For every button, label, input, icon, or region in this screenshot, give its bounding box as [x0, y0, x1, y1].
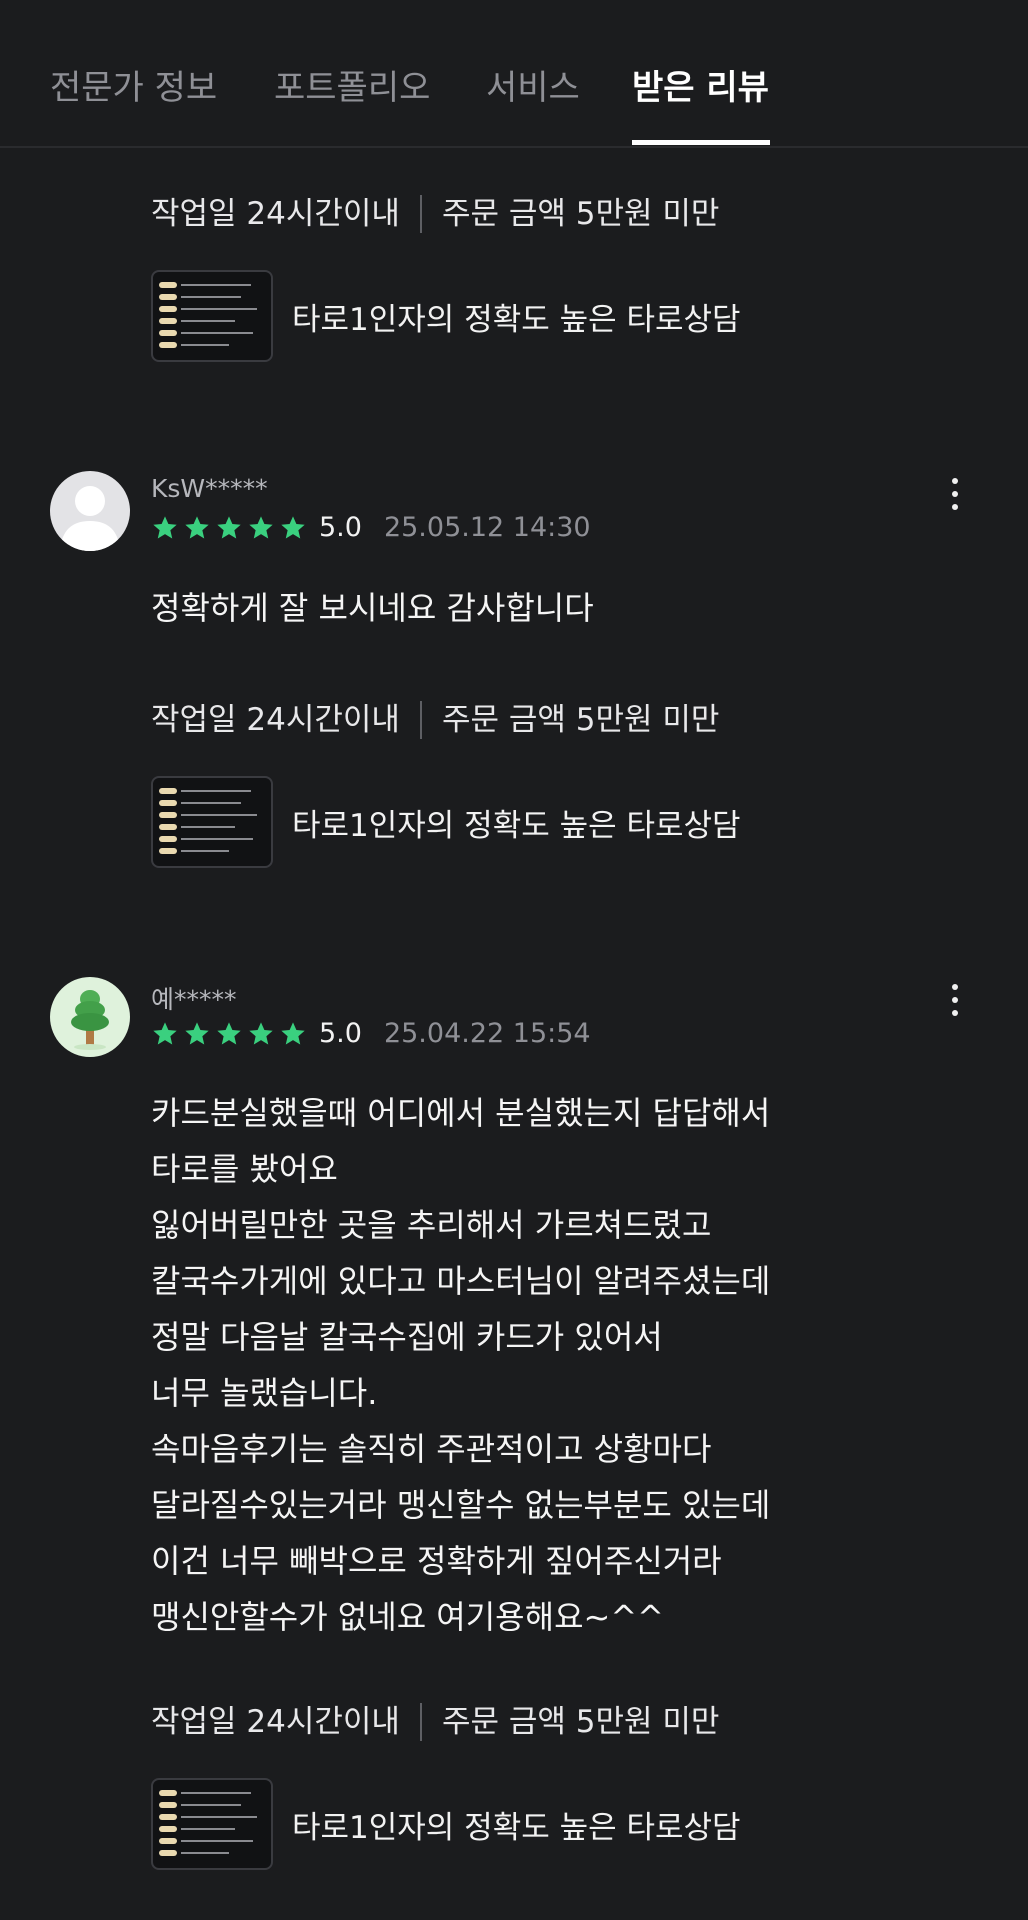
service-link[interactable]: 타로1인자의 정확도 높은 타로상담	[151, 270, 851, 362]
service-link[interactable]: 타로1인자의 정확도 높은 타로상담	[151, 1778, 851, 1870]
review-date: 25.04.22 15:54	[383, 1018, 591, 1049]
star-icon	[153, 515, 177, 538]
order-amount-label: 주문 금액 5만원 미만	[441, 1704, 720, 1740]
meta-divider	[419, 195, 422, 233]
service-title[interactable]: 타로1인자의 정확도 높은 타로상담	[292, 1802, 741, 1847]
review-date: 25.05.12 14:30	[383, 512, 591, 543]
more-options-icon[interactable]	[950, 478, 960, 518]
star-icon	[281, 515, 305, 538]
default-user-icon	[60, 486, 120, 551]
service-title[interactable]: 타로1인자의 정확도 높은 타로상담	[292, 800, 741, 845]
star-rating	[151, 514, 307, 542]
review-meta: 작업일 24시간이내 주문 금액 5만원 미만	[151, 1702, 719, 1742]
tab-reviews[interactable]: 받은 리뷰	[632, 66, 769, 110]
star-icon	[217, 1021, 241, 1044]
more-options-icon[interactable]	[950, 984, 960, 1024]
meta-divider	[419, 701, 422, 739]
star-icon	[281, 1021, 305, 1044]
star-icon	[249, 515, 273, 538]
rating-row: 5.0 25.05.12 14:30	[151, 512, 591, 543]
avatar	[50, 471, 130, 551]
review-text: 카드분실했을때 어디에서 분실했는지 답답해서 타로를 봤어요 잃어버릴만한 곳…	[151, 1094, 771, 1636]
meta-divider	[419, 1703, 422, 1741]
order-amount-label: 주문 금액 5만원 미만	[441, 196, 720, 232]
rating-row: 5.0 25.04.22 15:54	[151, 1018, 591, 1049]
review-meta: 작업일 24시간이내 주문 금액 5만원 미만	[151, 700, 719, 740]
tab-services[interactable]: 서비스	[486, 66, 580, 110]
tab-bar: 전문가 정보 포트폴리오 서비스 받은 리뷰	[0, 0, 1028, 148]
service-thumbnail	[151, 1778, 273, 1870]
reviewer-name: KsW*****	[151, 474, 268, 503]
tree-icon	[71, 990, 109, 1050]
tab-expert-info[interactable]: 전문가 정보	[50, 66, 217, 110]
service-thumbnail	[151, 776, 273, 868]
star-icon	[185, 1021, 209, 1044]
work-days-label: 작업일 24시간이내	[151, 196, 400, 232]
service-title[interactable]: 타로1인자의 정확도 높은 타로상담	[292, 294, 741, 339]
rating-score: 5.0	[319, 512, 362, 543]
star-icon	[153, 1021, 177, 1044]
reviewer-name: 예*****	[151, 985, 237, 1014]
service-link[interactable]: 타로1인자의 정확도 높은 타로상담	[151, 776, 851, 868]
service-thumbnail	[151, 270, 273, 362]
rating-score: 5.0	[319, 1018, 362, 1049]
tab-portfolio[interactable]: 포트폴리오	[274, 66, 430, 110]
active-tab-indicator	[632, 140, 770, 145]
star-icon	[249, 1021, 273, 1044]
review-text: 정확하게 잘 보시네요 감사합니다	[151, 589, 594, 627]
star-rating	[151, 1020, 307, 1048]
review-meta: 작업일 24시간이내 주문 금액 5만원 미만	[151, 194, 719, 234]
avatar	[50, 977, 130, 1057]
star-icon	[217, 515, 241, 538]
work-days-label: 작업일 24시간이내	[151, 702, 400, 738]
star-icon	[185, 515, 209, 538]
work-days-label: 작업일 24시간이내	[151, 1704, 400, 1740]
order-amount-label: 주문 금액 5만원 미만	[441, 702, 720, 738]
